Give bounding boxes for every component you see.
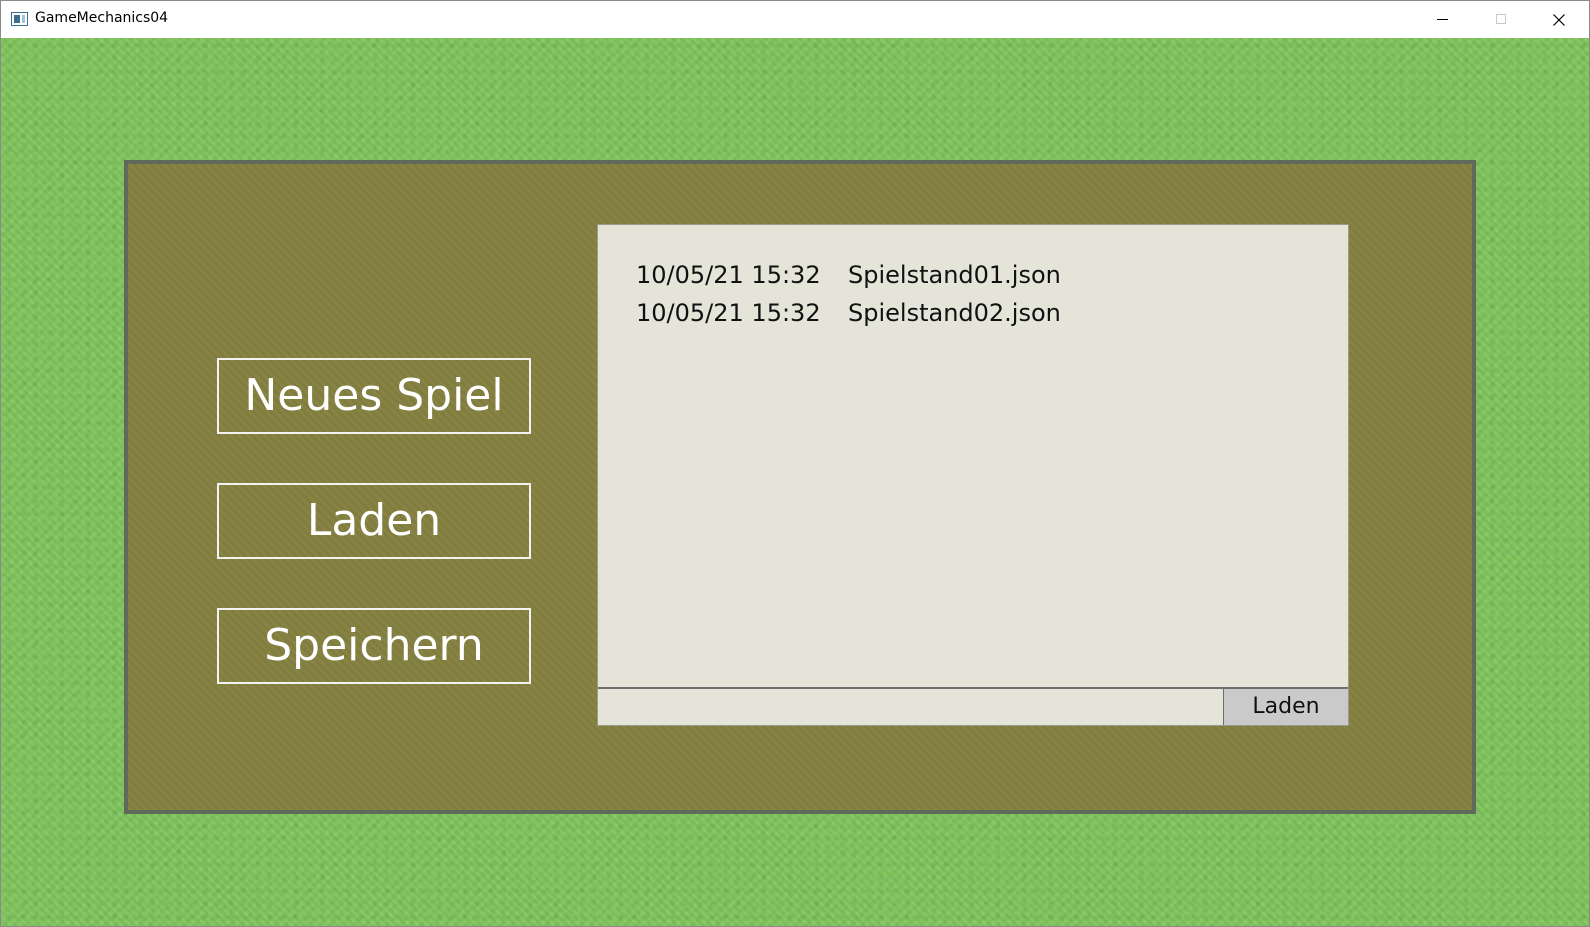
app-window-icon bbox=[11, 12, 28, 26]
save-button[interactable]: Speichern bbox=[217, 608, 531, 684]
game-canvas: Neues Spiel Laden Speichern 10/05/21 15:… bbox=[1, 38, 1589, 926]
maximize-icon bbox=[1496, 14, 1506, 24]
save-filename: Spielstand01.json bbox=[848, 261, 1061, 289]
title-bar[interactable]: GameMechanics04 bbox=[1, 1, 1589, 38]
save-date: 10/05/21 15:32 bbox=[636, 261, 821, 289]
app-window: GameMechanics04 Neues Spiel Laden Speich… bbox=[0, 0, 1590, 927]
close-button[interactable] bbox=[1530, 1, 1588, 38]
load-button[interactable]: Laden bbox=[217, 483, 531, 559]
save-file-list[interactable]: 10/05/21 15:32 Spielstand01.json 10/05/2… bbox=[598, 225, 1348, 687]
save-file-browser: 10/05/21 15:32 Spielstand01.json 10/05/2… bbox=[597, 224, 1349, 726]
maximize-button[interactable] bbox=[1472, 1, 1530, 38]
list-item[interactable]: 10/05/21 15:32 Spielstand02.json bbox=[636, 299, 1316, 337]
window-title: GameMechanics04 bbox=[35, 10, 169, 26]
new-game-button[interactable]: Neues Spiel bbox=[217, 358, 531, 434]
filename-input[interactable] bbox=[598, 689, 1223, 725]
save-filename: Spielstand02.json bbox=[848, 299, 1061, 327]
minimize-button[interactable] bbox=[1414, 1, 1472, 38]
load-bar: Laden bbox=[598, 687, 1348, 725]
list-item[interactable]: 10/05/21 15:32 Spielstand01.json bbox=[636, 261, 1316, 299]
load-file-button[interactable]: Laden bbox=[1223, 689, 1348, 725]
menu-panel: Neues Spiel Laden Speichern 10/05/21 15:… bbox=[124, 160, 1476, 814]
save-date: 10/05/21 15:32 bbox=[636, 299, 821, 327]
minimize-icon bbox=[1437, 19, 1448, 20]
close-icon bbox=[1553, 14, 1565, 26]
